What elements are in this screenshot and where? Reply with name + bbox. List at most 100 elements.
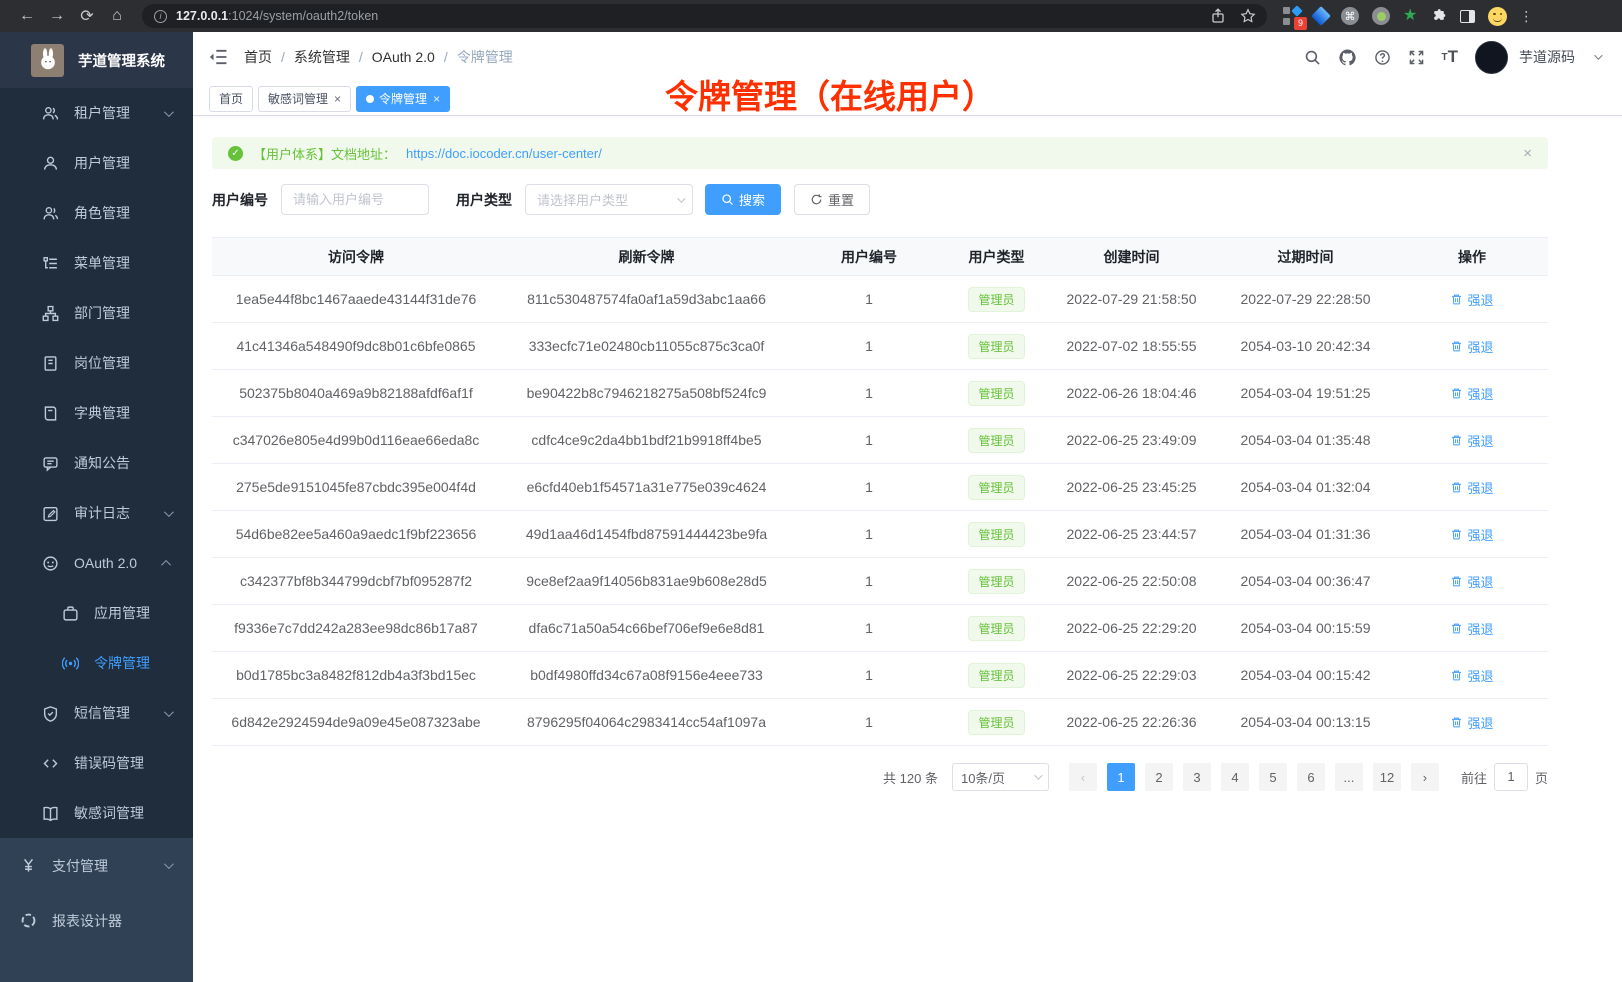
- create-time-cell: 2022-06-25 23:45:25: [1048, 464, 1215, 511]
- sidebar-item[interactable]: 错误码管理: [0, 738, 193, 788]
- font-size-icon[interactable]: TT: [1442, 47, 1459, 67]
- sidebar-item-icon: [42, 505, 59, 522]
- breadcrumb-item[interactable]: 首页: [244, 47, 272, 67]
- help-icon[interactable]: [1374, 49, 1391, 66]
- chevron-icon: [164, 859, 174, 869]
- doc-link[interactable]: https://doc.iocoder.cn/user-center/: [406, 146, 602, 161]
- sidebar-item[interactable]: 短信管理: [0, 688, 193, 738]
- search-button[interactable]: 搜索: [705, 184, 781, 215]
- sidebar-item[interactable]: 审计日志: [0, 488, 193, 538]
- user-name[interactable]: 芋道源码: [1519, 47, 1575, 67]
- page-button[interactable]: 12: [1373, 763, 1401, 791]
- col-user-type: 用户类型: [945, 238, 1048, 276]
- fullscreen-icon[interactable]: [1408, 49, 1425, 66]
- sidebar-item-label: 应用管理: [94, 603, 150, 623]
- tab-sensitive-words[interactable]: 敏感词管理×: [258, 86, 351, 112]
- force-logout-button[interactable]: 强退: [1450, 478, 1493, 497]
- tab-home[interactable]: 首页: [209, 86, 253, 112]
- force-logout-button[interactable]: 强退: [1450, 666, 1493, 685]
- sidebar-item-label: 字典管理: [74, 403, 130, 423]
- sidebar-item[interactable]: 敏感词管理: [0, 788, 193, 838]
- info-icon[interactable]: i: [154, 10, 167, 23]
- refresh-token-cell: b0df4980ffd34c67a08f9156e4eee733: [500, 652, 793, 699]
- bookmark-star-icon[interactable]: [1240, 8, 1256, 24]
- close-icon[interactable]: ×: [334, 92, 341, 106]
- next-page-button[interactable]: ›: [1411, 763, 1439, 791]
- sidebar-item[interactable]: 用户管理: [0, 138, 193, 188]
- force-logout-button[interactable]: 强退: [1450, 619, 1493, 638]
- green-star-icon[interactable]: ★: [1403, 8, 1417, 24]
- page-button[interactable]: 6: [1297, 763, 1325, 791]
- search-icon[interactable]: [1304, 49, 1321, 66]
- close-icon[interactable]: ×: [433, 92, 440, 106]
- goto-page-input[interactable]: 1: [1494, 763, 1528, 791]
- page-button[interactable]: 2: [1145, 763, 1173, 791]
- puzzle-icon[interactable]: [1430, 8, 1447, 25]
- force-logout-button[interactable]: 强退: [1450, 290, 1493, 309]
- access-token-cell: c347026e805e4d99b0d116eae66eda8c: [212, 417, 500, 464]
- user-avatar[interactable]: [1475, 41, 1508, 74]
- page-button[interactable]: 3: [1183, 763, 1211, 791]
- reload-icon[interactable]: ⟳: [72, 3, 102, 29]
- tab-token-active[interactable]: 令牌管理×: [356, 86, 450, 112]
- prev-page-button[interactable]: ‹: [1069, 763, 1097, 791]
- force-logout-button[interactable]: 强退: [1450, 572, 1493, 591]
- url-text[interactable]: 127.0.0.1:1024/system/oauth2/token: [176, 9, 1203, 23]
- gem-icon[interactable]: [1311, 6, 1331, 26]
- sidebar-item[interactable]: 菜单管理: [0, 238, 193, 288]
- user-type-select[interactable]: 请选择用户类型: [525, 184, 693, 215]
- page-button[interactable]: 5: [1259, 763, 1287, 791]
- sidebar-item[interactable]: OAuth 2.0: [0, 538, 193, 588]
- sidebar-item[interactable]: 应用管理: [0, 588, 193, 638]
- sidebar-item[interactable]: 支付管理: [0, 838, 193, 893]
- trash-icon: [1450, 434, 1463, 447]
- sidebar-item[interactable]: 通知公告: [0, 438, 193, 488]
- sidebar-item[interactable]: 字典管理: [0, 388, 193, 438]
- chevron-icon: [164, 507, 174, 517]
- access-token-cell: f9336e7c7dd242a283ee98dc86b17a87: [212, 605, 500, 652]
- breadcrumb-item[interactable]: OAuth 2.0: [372, 49, 435, 65]
- page-button[interactable]: ...: [1335, 763, 1363, 791]
- access-token-cell: 54d6be82ee5a460a9aedc1f9bf223656: [212, 511, 500, 558]
- extensions-grid-icon[interactable]: 9: [1283, 7, 1301, 25]
- user-type-cell: 管理员: [945, 417, 1048, 464]
- record-circle-icon[interactable]: [1372, 7, 1390, 25]
- user-id-cell: 1: [793, 417, 945, 464]
- sidebar-item[interactable]: 令牌管理: [0, 638, 193, 688]
- trash-icon: [1450, 575, 1463, 588]
- create-time-cell: 2022-06-25 22:50:08: [1048, 558, 1215, 605]
- sidebar-item[interactable]: 部门管理: [0, 288, 193, 338]
- home-icon[interactable]: ⌂: [102, 3, 132, 29]
- share-icon[interactable]: [1210, 8, 1226, 24]
- force-logout-button[interactable]: 强退: [1450, 337, 1493, 356]
- user-id-input[interactable]: [281, 184, 429, 215]
- side-panel-icon[interactable]: [1460, 10, 1475, 23]
- address-bar[interactable]: i 127.0.0.1:1024/system/oauth2/token: [142, 4, 1267, 28]
- force-logout-button[interactable]: 强退: [1450, 431, 1493, 450]
- pagination: 共 120 条 10条/页 ‹ 123456...12 › 前往 1 页: [212, 763, 1548, 791]
- alert-close-icon[interactable]: ×: [1523, 145, 1532, 162]
- github-icon[interactable]: [1338, 48, 1357, 67]
- sidebar-item[interactable]: 岗位管理: [0, 338, 193, 388]
- reset-button[interactable]: 重置: [794, 184, 870, 215]
- profile-avatar-icon[interactable]: [1488, 7, 1507, 26]
- sidebar-item[interactable]: 租户管理: [0, 88, 193, 138]
- back-icon[interactable]: ←: [12, 3, 42, 29]
- chevron-down-icon[interactable]: [1594, 51, 1602, 59]
- force-logout-button[interactable]: 强退: [1450, 384, 1493, 403]
- page-button[interactable]: 1: [1107, 763, 1135, 791]
- forward-icon[interactable]: →: [42, 3, 72, 29]
- kebab-menu-icon[interactable]: ⋮: [1519, 8, 1533, 25]
- page-button[interactable]: 4: [1221, 763, 1249, 791]
- actions-cell: 强退: [1396, 699, 1548, 746]
- page-size-select[interactable]: 10条/页: [952, 763, 1049, 791]
- breadcrumb-item[interactable]: 系统管理: [294, 47, 350, 67]
- force-logout-button[interactable]: 强退: [1450, 525, 1493, 544]
- command-circle-icon[interactable]: ⌘: [1341, 7, 1359, 25]
- actions-cell: 强退: [1396, 323, 1548, 370]
- sidebar-item[interactable]: 角色管理: [0, 188, 193, 238]
- sidebar-item-label: 通知公告: [74, 453, 130, 473]
- sidebar-item[interactable]: 报表设计器: [0, 893, 193, 948]
- collapse-sidebar-icon[interactable]: [209, 48, 227, 66]
- force-logout-button[interactable]: 强退: [1450, 713, 1493, 732]
